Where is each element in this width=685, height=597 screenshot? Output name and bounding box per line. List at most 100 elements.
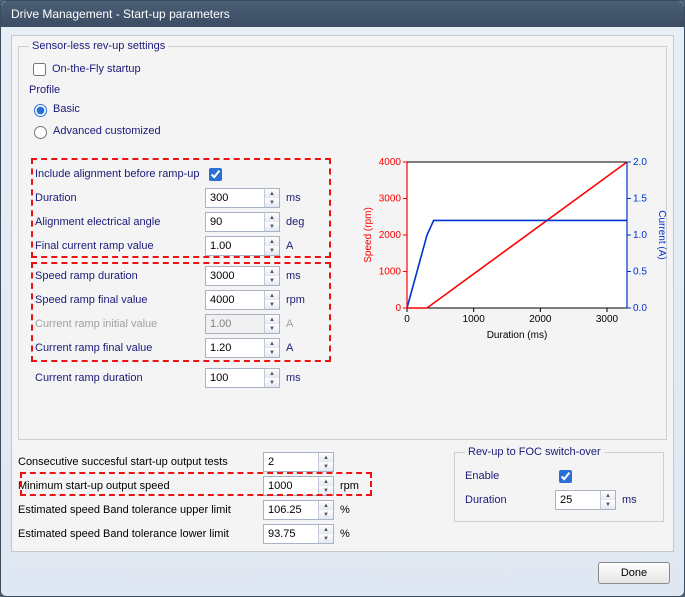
final-current-spinbox[interactable]: ▲▼ <box>205 236 280 256</box>
spin-up-icon[interactable]: ▲ <box>319 525 333 534</box>
include-alignment-checkbox[interactable] <box>209 168 222 181</box>
current-ramp-final-input[interactable] <box>206 339 264 357</box>
svg-text:4000: 4000 <box>379 157 402 168</box>
rev-duration-input[interactable] <box>556 491 600 509</box>
band-upper-label: Estimated speed Band tolerance upper lim… <box>18 504 263 516</box>
band-upper-unit: % <box>340 504 368 516</box>
svg-text:2.0: 2.0 <box>633 157 647 168</box>
consecutive-tests-spinbox[interactable]: ▲▼ <box>263 452 334 472</box>
band-lower-unit: % <box>340 528 368 540</box>
band-lower-input[interactable] <box>264 525 318 543</box>
svg-text:0: 0 <box>404 314 410 325</box>
spin-down-icon[interactable]: ▼ <box>265 276 279 285</box>
rev-duration-spinbox[interactable]: ▲▼ <box>555 490 616 510</box>
spin-down-icon[interactable]: ▼ <box>265 378 279 387</box>
rev-foc-legend: Rev-up to FOC switch-over <box>465 446 604 458</box>
rev-foc-group: Rev-up to FOC switch-over Enable Duratio… <box>454 446 664 522</box>
spin-down-icon[interactable]: ▼ <box>319 534 333 543</box>
svg-text:0.5: 0.5 <box>633 267 647 278</box>
final-current-input[interactable] <box>206 237 264 255</box>
speed-ramp-final-spinbox[interactable]: ▲▼ <box>205 290 280 310</box>
spin-down-icon[interactable]: ▼ <box>265 348 279 357</box>
duration-label: Duration <box>35 192 205 204</box>
dialog-window: Drive Management - Start-up parameters S… <box>0 0 685 597</box>
speed-ramp-dur-unit: ms <box>286 270 314 282</box>
band-lower-label: Estimated speed Band tolerance lower lim… <box>18 528 263 540</box>
min-output-speed-input[interactable] <box>264 477 318 495</box>
current-ramp-dur-input[interactable] <box>206 369 264 387</box>
rev-duration-unit: ms <box>622 494 650 506</box>
svg-text:2000: 2000 <box>379 230 402 241</box>
spin-down-icon[interactable]: ▼ <box>319 486 333 495</box>
alignment-angle-spinbox[interactable]: ▲▼ <box>205 212 280 232</box>
consecutive-tests-label: Consecutive succesful start-up output te… <box>18 456 263 468</box>
current-ramp-final-spinbox[interactable]: ▲▼ <box>205 338 280 358</box>
spin-up-icon[interactable]: ▲ <box>319 453 333 462</box>
svg-text:Current (A): Current (A) <box>656 210 667 259</box>
bottom-params: Consecutive succesful start-up output te… <box>18 450 448 546</box>
speed-ramp-final-unit: rpm <box>286 294 314 306</box>
spin-up-icon[interactable]: ▲ <box>265 189 279 198</box>
spin-up-icon[interactable]: ▲ <box>265 339 279 348</box>
svg-text:1000: 1000 <box>463 314 486 325</box>
band-upper-spinbox[interactable]: ▲▼ <box>263 500 334 520</box>
svg-text:Speed (rpm): Speed (rpm) <box>363 207 374 263</box>
alignment-angle-input[interactable] <box>206 213 264 231</box>
current-ramp-init-unit: A <box>286 318 314 330</box>
speed-ramp-dur-label: Speed ramp duration <box>35 270 205 282</box>
profile-basic-label: Basic <box>53 103 80 115</box>
on-the-fly-label: On-the-Fly startup <box>52 63 141 75</box>
window-title: Drive Management - Start-up parameters <box>11 7 230 21</box>
revup-settings-group: Sensor-less rev-up settings On-the-Fly s… <box>18 40 667 440</box>
current-ramp-final-label: Current ramp final value <box>35 342 205 354</box>
spin-down-icon[interactable]: ▼ <box>319 462 333 471</box>
spin-down-icon[interactable]: ▼ <box>319 510 333 519</box>
spin-down-icon[interactable]: ▼ <box>265 198 279 207</box>
spin-up-icon[interactable]: ▲ <box>265 237 279 246</box>
duration-spinbox[interactable]: ▲▼ <box>205 188 280 208</box>
svg-text:3000: 3000 <box>596 314 619 325</box>
alignment-angle-label: Alignment electrical angle <box>35 216 205 228</box>
profile-group: Profile Basic Advanced customized <box>29 84 656 142</box>
band-upper-input[interactable] <box>264 501 318 519</box>
spin-down-icon[interactable]: ▼ <box>265 246 279 255</box>
spin-down-icon[interactable]: ▼ <box>265 222 279 231</box>
spin-up-icon[interactable]: ▲ <box>265 291 279 300</box>
speed-ramp-final-input[interactable] <box>206 291 264 309</box>
spin-up-icon: ▲ <box>265 315 279 324</box>
spin-up-icon[interactable]: ▲ <box>265 267 279 276</box>
on-the-fly-checkbox[interactable] <box>33 63 46 76</box>
profile-advanced-radio[interactable] <box>34 126 47 139</box>
rev-enable-checkbox[interactable] <box>559 470 572 483</box>
spin-down-icon[interactable]: ▼ <box>601 500 615 509</box>
revup-settings-legend: Sensor-less rev-up settings <box>29 40 168 52</box>
chart: 0100020003000010002000300040000.00.51.01… <box>359 152 667 342</box>
svg-text:Duration (ms): Duration (ms) <box>487 330 548 341</box>
rev-enable-label: Enable <box>465 470 555 482</box>
spin-up-icon[interactable]: ▲ <box>265 213 279 222</box>
band-lower-spinbox[interactable]: ▲▼ <box>263 524 334 544</box>
svg-text:2000: 2000 <box>529 314 552 325</box>
current-ramp-dur-spinbox[interactable]: ▲▼ <box>205 368 280 388</box>
current-ramp-dur-unit: ms <box>286 372 314 384</box>
speed-ramp-dur-input[interactable] <box>206 267 264 285</box>
on-the-fly-row: On-the-Fly startup <box>29 58 656 80</box>
done-button[interactable]: Done <box>598 562 670 584</box>
consecutive-tests-input[interactable] <box>264 453 318 471</box>
profile-label: Profile <box>29 84 656 96</box>
speed-ramp-dur-spinbox[interactable]: ▲▼ <box>205 266 280 286</box>
current-ramp-init-spinbox: ▲▼ <box>205 314 280 334</box>
current-ramp-init-label: Current ramp initial value <box>35 318 205 330</box>
profile-basic-radio[interactable] <box>34 104 47 117</box>
min-output-speed-spinbox[interactable]: ▲▼ <box>263 476 334 496</box>
duration-input[interactable] <box>206 189 264 207</box>
min-output-speed-label: Minimum start-up output speed <box>18 480 263 492</box>
profile-advanced-label: Advanced customized <box>53 125 161 137</box>
spin-up-icon[interactable]: ▲ <box>319 477 333 486</box>
spin-up-icon[interactable]: ▲ <box>265 369 279 378</box>
min-output-speed-unit: rpm <box>340 480 368 492</box>
spin-down-icon[interactable]: ▼ <box>265 300 279 309</box>
spin-up-icon[interactable]: ▲ <box>319 501 333 510</box>
svg-text:1.0: 1.0 <box>633 230 647 241</box>
spin-up-icon[interactable]: ▲ <box>601 491 615 500</box>
